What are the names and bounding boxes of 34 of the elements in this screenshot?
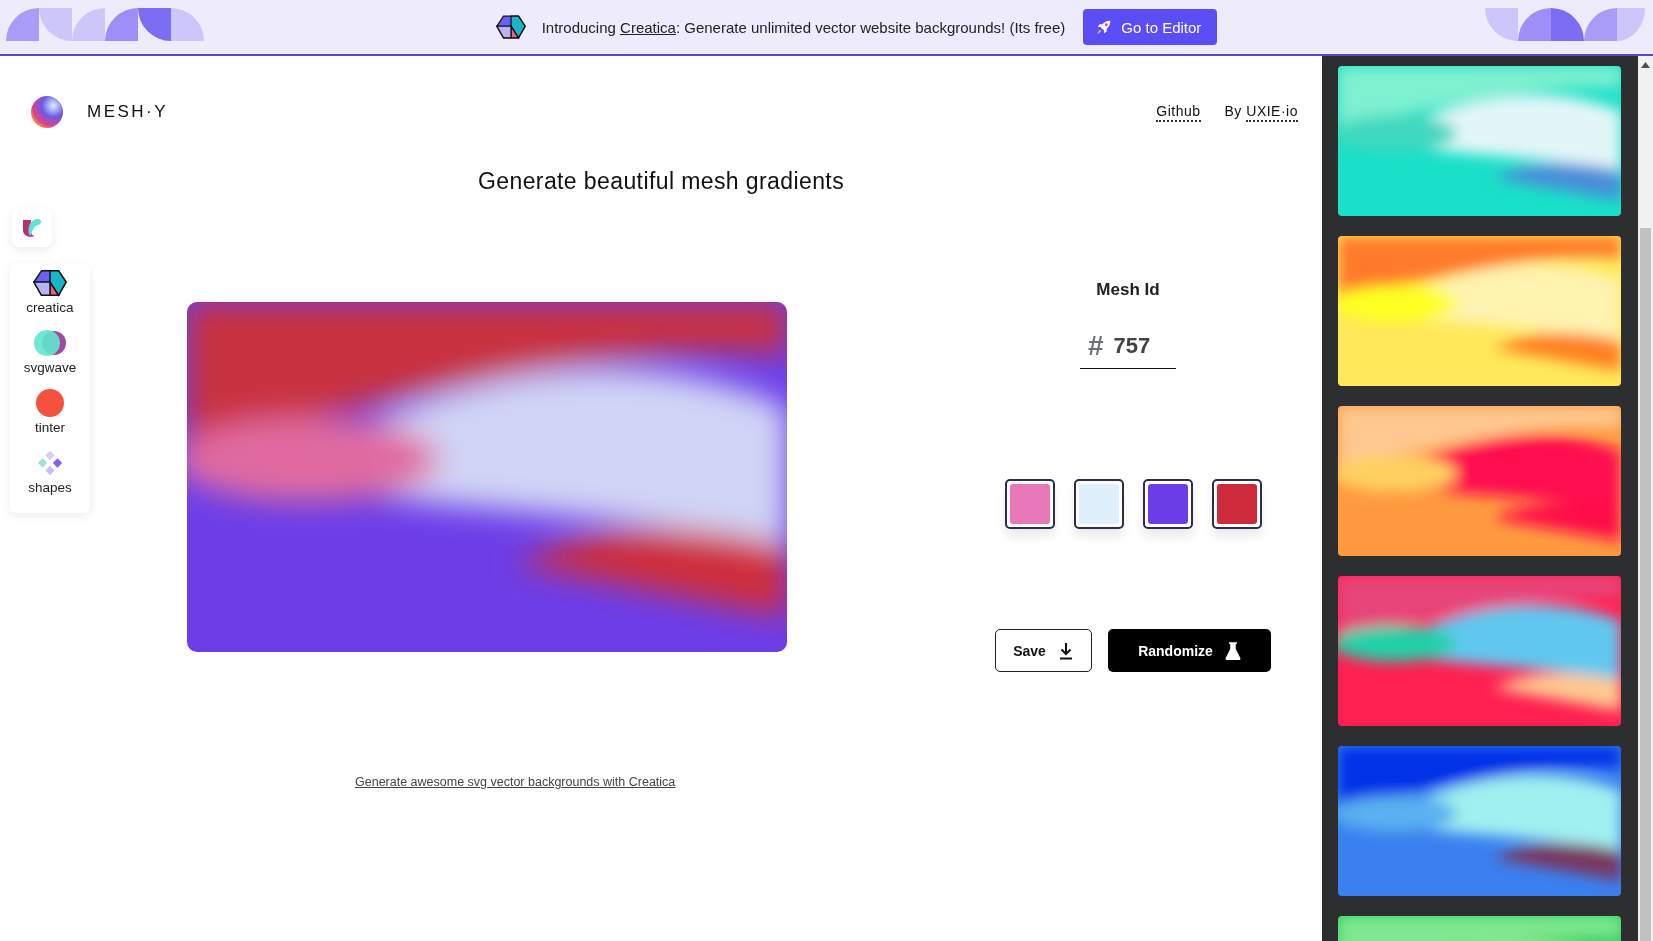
sidebar-item[interactable]: svgwave — [23, 329, 77, 375]
download-icon — [1057, 641, 1074, 660]
circle-icon — [33, 389, 67, 417]
color-swatch[interactable] — [1073, 479, 1124, 529]
go-to-editor-button[interactable]: Go to Editor — [1083, 9, 1218, 45]
sidebar-item[interactable]: shapes — [28, 449, 72, 495]
scrollbar[interactable] — [1638, 56, 1653, 941]
flask-icon — [1224, 641, 1241, 660]
randomize-button[interactable]: Randomize — [1108, 629, 1271, 672]
github-link[interactable]: Github — [1156, 102, 1201, 122]
hash-label: # — [1087, 330, 1104, 362]
color-swatch[interactable] — [1004, 479, 1055, 529]
bubbles-icon — [33, 329, 67, 357]
mesh-id-label: Mesh Id — [1096, 280, 1160, 300]
sidebar-item[interactable]: tinter — [33, 389, 67, 435]
logo-icon — [30, 95, 64, 129]
uxie-link[interactable]: UXIE·io — [1246, 102, 1298, 122]
page-title: Generate beautiful mesh gradients — [476, 168, 846, 195]
scroll-up-icon[interactable] — [1641, 62, 1650, 68]
app-tile[interactable] — [12, 207, 52, 247]
cube-icon — [33, 269, 67, 297]
color-swatch[interactable] — [1142, 479, 1193, 529]
creatica-link[interactable]: Creatica — [620, 18, 676, 36]
creatica-link[interactable]: Generate awesome svg vector backgrounds with Creatica — [355, 775, 676, 789]
mesh-id-input[interactable]: 757 — [1113, 333, 1164, 359]
save-button[interactable]: Save — [995, 629, 1092, 672]
banner-text: Introducing Creatica: Generate unlimited vector website backgrounds! (Its free) — [541, 18, 1066, 36]
scrollbar-thumb[interactable] — [1640, 228, 1651, 941]
author-credit: By UXIE·io — [1224, 102, 1298, 122]
cube-icon — [495, 15, 526, 39]
sidebar-item[interactable]: creatica — [26, 269, 74, 315]
logo-text: MESH·Y — [87, 102, 169, 122]
app-logo-icon — [21, 216, 43, 238]
color-swatch[interactable] — [1211, 479, 1262, 529]
